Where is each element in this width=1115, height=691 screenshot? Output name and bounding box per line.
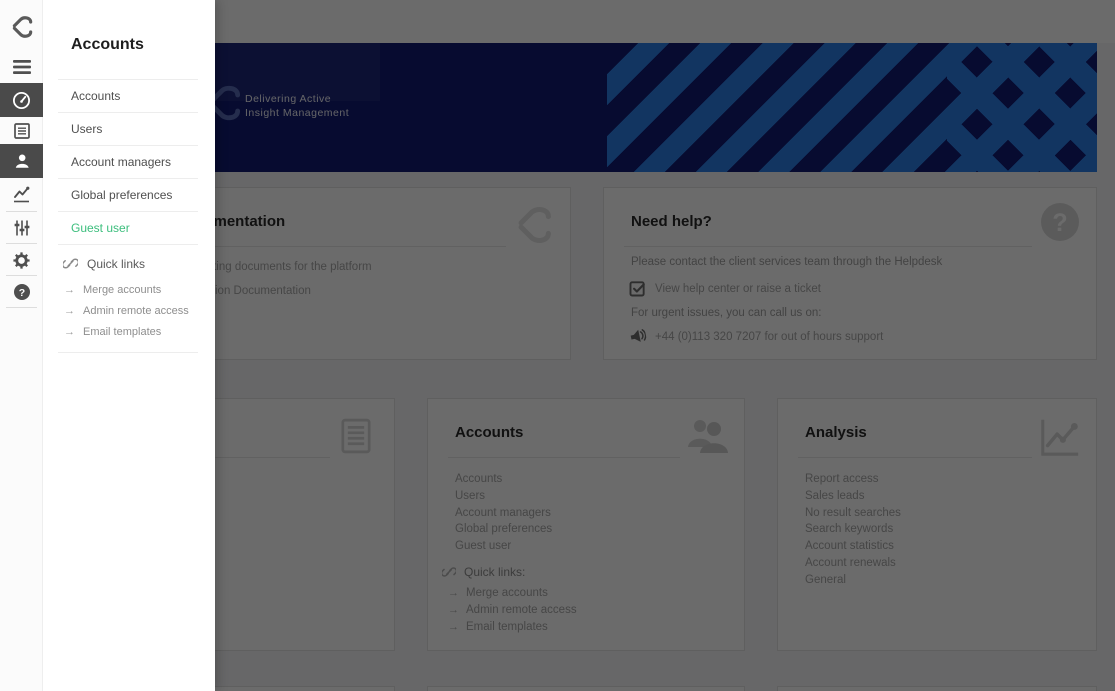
flyout-quick-links-section: Quick links → Merge accounts → Admin rem… — [58, 244, 198, 353]
rail-divider — [6, 275, 37, 276]
analysis-chart-icon[interactable] — [0, 181, 43, 207]
chain-link-icon — [63, 256, 78, 271]
arrow-icon: → — [64, 283, 75, 296]
rail-divider — [6, 243, 37, 244]
dashboard-icon[interactable] — [0, 83, 43, 117]
help-icon[interactable]: ? — [0, 279, 43, 305]
quick-links-label: Quick links — [87, 256, 146, 271]
flyout-title: Accounts — [71, 36, 144, 53]
content-icon[interactable] — [0, 119, 43, 143]
flyout-item-account-managers[interactable]: Account managers — [58, 146, 198, 179]
filters-sliders-icon[interactable] — [0, 215, 43, 241]
settings-gear-icon[interactable] — [0, 247, 43, 273]
svg-text:?: ? — [18, 287, 24, 299]
accounts-flyout-menu: Accounts Accounts Users Account managers… — [43, 0, 215, 691]
quick-link-merge-accounts[interactable]: → Merge accounts — [58, 279, 198, 300]
rail-divider — [6, 211, 37, 212]
menu-icon[interactable] — [0, 56, 43, 78]
quick-link-email-templates[interactable]: → Email templates — [58, 321, 198, 342]
arrow-icon: → — [64, 304, 75, 317]
arrow-icon: → — [64, 325, 75, 338]
brand-logo-icon[interactable] — [0, 10, 43, 44]
app-window: Delivering Active Insight Management Doc… — [0, 0, 1115, 691]
flyout-item-global-preferences[interactable]: Global preferences — [58, 179, 198, 212]
quick-link-admin-remote-access[interactable]: → Admin remote access — [58, 300, 198, 321]
rail-divider — [6, 307, 37, 308]
accounts-people-icon[interactable] — [0, 144, 43, 178]
flyout-item-accounts[interactable]: Accounts — [58, 80, 198, 113]
quick-links-header: Quick links — [58, 252, 198, 279]
flyout-item-list: Accounts Users Account managers Global p… — [58, 79, 198, 245]
flyout-item-guest-user[interactable]: Guest user — [58, 212, 198, 245]
flyout-item-users[interactable]: Users — [58, 113, 198, 146]
icon-rail: ? — [0, 0, 43, 691]
